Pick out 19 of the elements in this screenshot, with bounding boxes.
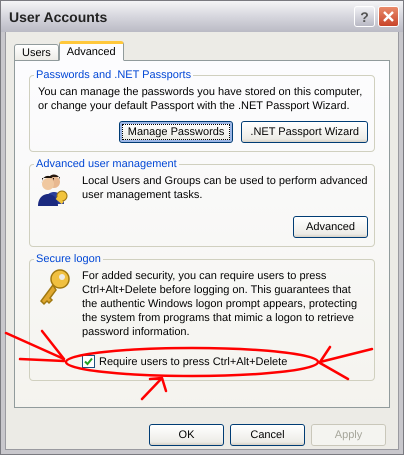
dialog-button[interactable]: Cancel: [230, 424, 305, 446]
window-title: User Accounts: [9, 8, 108, 24]
group-title: Passwords and .NET Passports: [35, 69, 192, 81]
description-text: Local Users and Groups can be used to perform advanced user management tasks.: [82, 174, 368, 203]
group-title: Secure logon: [35, 253, 102, 265]
action-button[interactable]: Manage Passwords: [118, 121, 234, 143]
action-button[interactable]: Advanced: [293, 216, 368, 238]
close-icon: [382, 10, 395, 23]
dialog-button[interactable]: OK: [149, 424, 224, 446]
group-title: Advanced user management: [35, 158, 178, 170]
action-button[interactable]: .NET Passport Wizard: [241, 121, 368, 143]
close-button[interactable]: [378, 6, 399, 27]
checkbox[interactable]: [82, 355, 95, 368]
help-button[interactable]: ?: [354, 6, 375, 27]
tab[interactable]: Advanced: [58, 41, 124, 61]
tab[interactable]: Users: [14, 44, 59, 61]
description-text: For added security, you can require users to press Ctrl+Alt+Delete before logging on. This guarantees that the authentic Windows logon prompt appears, protecting the system from programs that mimic a logon to retrieve password information.: [82, 269, 358, 339]
description-text: You can manage the passwords you have stored on this computer, or change your default Passport with the .NET Passport Wizard.: [38, 85, 364, 113]
key-icon: [38, 269, 72, 307]
